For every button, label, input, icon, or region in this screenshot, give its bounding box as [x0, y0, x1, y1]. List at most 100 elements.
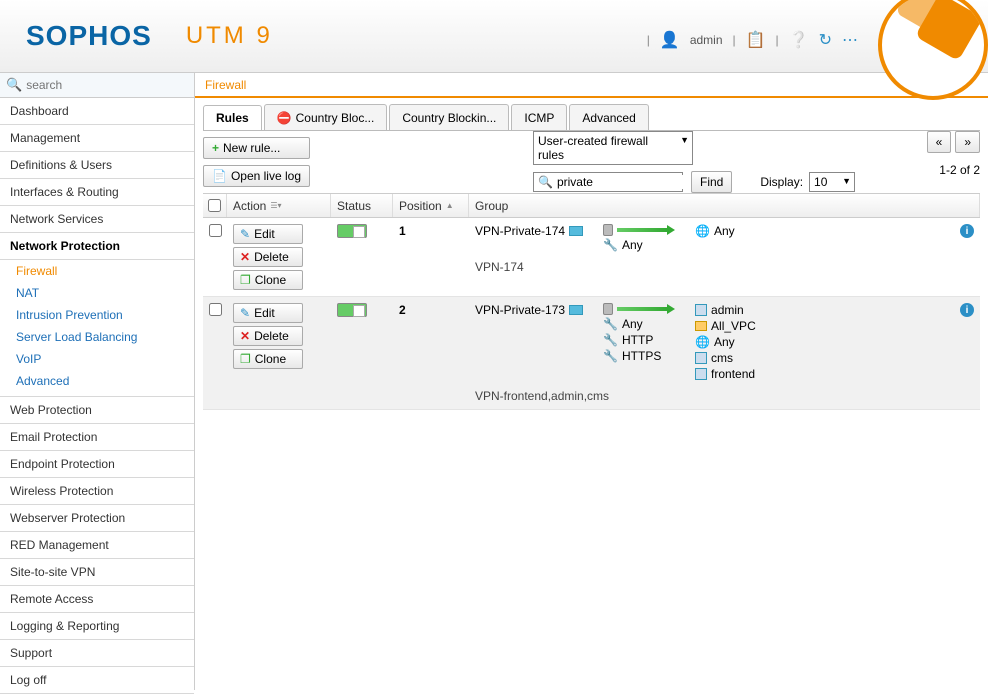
col-status[interactable]: Status — [331, 194, 393, 217]
sidebar-subitem[interactable]: Firewall — [0, 260, 194, 282]
open-live-log-button[interactable]: 📄Open live log — [203, 165, 310, 187]
sidebar-item[interactable]: Network Services — [0, 206, 194, 233]
globe-icon: 🌐 — [695, 224, 710, 238]
search-input[interactable] — [26, 78, 188, 92]
col-action[interactable]: Action☰▾ — [227, 194, 331, 217]
display-label: Display: — [760, 175, 803, 189]
sidebar-item[interactable]: Endpoint Protection — [0, 451, 194, 478]
product-name: UTM 9 — [186, 22, 273, 50]
sort-asc-icon: ▲ — [446, 201, 454, 210]
sidebar-item[interactable]: Web Protection — [0, 397, 194, 424]
log-icon: 📄 — [212, 169, 227, 183]
row-checkbox[interactable] — [209, 224, 222, 237]
source-object[interactable]: VPN-Private-173 — [475, 303, 583, 317]
service-object[interactable]: 🔧Any — [603, 317, 675, 331]
sidebar-search[interactable]: 🔍 — [0, 73, 194, 98]
col-group[interactable]: Group — [469, 194, 980, 217]
plus-icon: + — [212, 141, 219, 155]
service-icon: 🔧 — [603, 317, 618, 331]
destination-object[interactable]: All_VPC — [695, 319, 756, 333]
reload-icon[interactable]: ↻ — [819, 30, 832, 50]
sidebar: 🔍 DashboardManagementDefinitions & Users… — [0, 73, 195, 690]
clipboard-icon[interactable]: 📋 — [746, 30, 766, 50]
rule-search-input[interactable] — [557, 175, 712, 189]
toolbar: +New rule... 📄Open live log User-created… — [203, 130, 980, 193]
sidebar-item[interactable]: Wireless Protection — [0, 478, 194, 505]
sidebar-item[interactable]: Email Protection — [0, 424, 194, 451]
prev-page-button[interactable]: « — [927, 131, 952, 153]
clone-button[interactable]: ❐Clone — [233, 270, 303, 290]
edit-icon: ✎ — [240, 306, 250, 320]
sidebar-subitem[interactable]: VoIP — [0, 348, 194, 370]
tab[interactable]: Rules — [203, 105, 262, 131]
sidebar-subitem[interactable]: NAT — [0, 282, 194, 304]
position-value: 2 — [393, 303, 469, 403]
info-icon[interactable]: i — [960, 224, 974, 238]
tab[interactable]: Advanced — [569, 104, 648, 130]
position-value: 1 — [393, 224, 469, 290]
sidebar-subitem[interactable]: Advanced — [0, 370, 194, 392]
new-rule-button[interactable]: +New rule... — [203, 137, 310, 159]
select-all-checkbox[interactable] — [208, 199, 221, 212]
sidebar-item[interactable]: Dashboard — [0, 98, 194, 125]
destination-object[interactable]: 🌐Any — [695, 224, 735, 238]
help-icon[interactable]: ❔ — [789, 30, 809, 50]
info-icon[interactable]: i — [960, 303, 974, 317]
rules-table: Action☰▾ Status Position▲ Group ✎Edit ✕D… — [203, 193, 980, 410]
sidebar-item[interactable]: Site-to-site VPN — [0, 559, 194, 586]
menu-icon: ☰▾ — [270, 201, 281, 210]
sidebar-item[interactable]: Network Protection — [0, 233, 194, 260]
username: admin — [690, 33, 723, 47]
search-icon: 🔍 — [6, 77, 22, 93]
tab[interactable]: ⛔Country Bloc... — [264, 104, 388, 130]
sidebar-item[interactable]: Management — [0, 125, 194, 152]
sidebar-item[interactable]: Definitions & Users — [0, 152, 194, 179]
delete-button[interactable]: ✕Delete — [233, 326, 303, 346]
host-icon — [695, 368, 707, 380]
sidebar-item[interactable]: Logging & Reporting — [0, 613, 194, 640]
sidebar-item[interactable]: Remote Access — [0, 586, 194, 613]
user-icon: 👤 — [660, 30, 680, 50]
destination-object[interactable]: frontend — [695, 367, 756, 381]
sidebar-item[interactable]: RED Management — [0, 532, 194, 559]
find-button[interactable]: Find — [691, 171, 732, 193]
table-row: ✎Edit ✕Delete ❐Clone 1 VPN-Private-174 🔧… — [203, 218, 980, 297]
db-icon — [603, 224, 613, 236]
destination-object[interactable]: 🌐Any — [695, 335, 756, 349]
service-object[interactable]: 🔧HTTP — [603, 333, 675, 347]
delete-icon: ✕ — [240, 250, 250, 264]
breadcrumb: Firewall — [195, 73, 988, 98]
service-object[interactable]: 🔧Any — [603, 238, 675, 252]
service-icon: 🔧 — [603, 349, 618, 363]
status-toggle[interactable] — [337, 224, 367, 238]
sidebar-subitem[interactable]: Intrusion Prevention — [0, 304, 194, 326]
service-object[interactable]: 🔧HTTPS — [603, 349, 675, 363]
tab[interactable]: ICMP — [511, 104, 567, 130]
folder-icon — [695, 321, 707, 331]
display-count-dropdown[interactable]: 10 — [809, 172, 855, 192]
main-panel: Firewall Rules⛔Country Bloc...Country Bl… — [195, 73, 988, 690]
next-page-button[interactable]: » — [955, 131, 980, 153]
clone-icon: ❐ — [240, 352, 251, 366]
col-position[interactable]: Position▲ — [393, 194, 469, 217]
rule-filter-dropdown[interactable]: User-created firewall rules — [533, 131, 693, 165]
destination-object[interactable]: cms — [695, 351, 756, 365]
tab[interactable]: Country Blockin... — [389, 104, 509, 130]
sidebar-item[interactable]: Webserver Protection — [0, 505, 194, 532]
edit-button[interactable]: ✎Edit — [233, 303, 303, 323]
edit-button[interactable]: ✎Edit — [233, 224, 303, 244]
status-toggle[interactable] — [337, 303, 367, 317]
clone-button[interactable]: ❐Clone — [233, 349, 303, 369]
delete-button[interactable]: ✕Delete — [233, 247, 303, 267]
blocked-icon: ⛔ — [277, 111, 292, 125]
row-checkbox[interactable] — [209, 303, 222, 316]
sidebar-item[interactable]: Interfaces & Routing — [0, 179, 194, 206]
arrow-icon — [617, 225, 675, 235]
sidebar-item[interactable]: Support — [0, 640, 194, 667]
sidebar-subitem[interactable]: Server Load Balancing — [0, 326, 194, 348]
service-icon: 🔧 — [603, 333, 618, 347]
source-object[interactable]: VPN-Private-174 — [475, 224, 583, 238]
loading-icon: ⋯ — [842, 30, 858, 50]
rule-search-box[interactable]: 🔍 ✕ — [533, 172, 683, 192]
destination-object[interactable]: admin — [695, 303, 756, 317]
